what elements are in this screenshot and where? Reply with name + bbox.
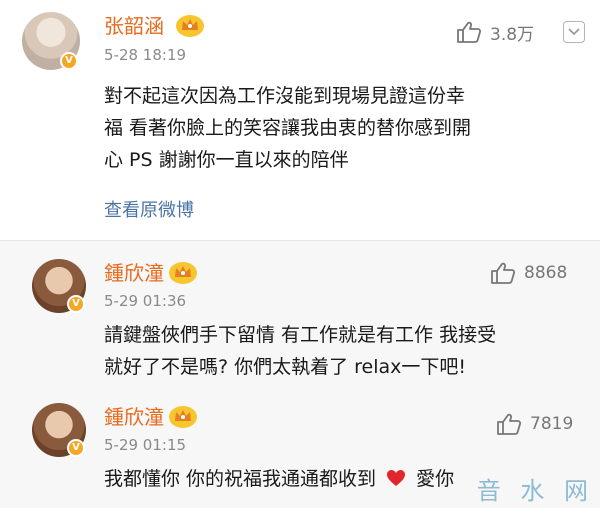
like-button[interactable]: 3.8万 [456, 20, 535, 45]
comment-text: 我都懂你 你的祝福我通通都收到 愛你 [104, 463, 454, 495]
post-author-name[interactable]: 张韶涵 [104, 14, 164, 38]
comment-author-name[interactable]: 鍾欣潼 [104, 261, 164, 285]
like-button[interactable]: 8868 [490, 261, 567, 285]
like-count: 7819 [530, 414, 574, 434]
crown-icon [169, 262, 197, 284]
post-text-line: 心 PS 謝謝你一直以來的陪伴 [104, 149, 349, 171]
heart-emoji-icon [387, 470, 406, 486]
post-time: 5-28 18:19 [104, 46, 187, 64]
chevron-down-icon [568, 28, 580, 36]
original-post: V 张韶涵 5-28 18:19 3.8万 對不起這次因為工作沒能到現場見證這份… [0, 0, 600, 240]
thumbs-up-icon [497, 413, 522, 435]
crown-icon [169, 406, 197, 428]
verified-badge-icon: V [67, 439, 85, 457]
like-count: 3.8万 [490, 24, 535, 45]
comment-time: 5-29 01:15 [104, 436, 187, 454]
verified-badge-icon: V [60, 52, 78, 70]
like-button[interactable]: 7819 [496, 412, 573, 436]
comment-text: 請鍵盤俠們手下留情 有工作就是有工作 我接受 就好了不是嗎? 你們太執着了 re… [104, 319, 496, 383]
comment-text-line: 就好了不是嗎? 你們太執着了 relax一下吧! [104, 356, 467, 378]
comment-text-part: 愛你 [416, 468, 455, 490]
comment-text-part: 我都懂你 你的祝福我通通都收到 [104, 468, 377, 490]
comment-author-name[interactable]: 鍾欣潼 [104, 405, 164, 429]
post-text: 對不起這次因為工作沒能到現場見證這份幸 福 看著你臉上的笑容讓我由衷的替你感到開… [104, 80, 471, 176]
more-options-button[interactable] [563, 21, 585, 43]
like-count: 8868 [524, 263, 568, 283]
thumbs-up-icon [457, 21, 482, 43]
post-text-line: 福 看著你臉上的笑容讓我由衷的替你感到開 [104, 117, 472, 139]
verified-badge-icon: V [67, 295, 85, 313]
comment-list: V 鍾欣潼 5-29 01:36 8868 請鍵盤俠們手下留情 有工作就是有工作… [0, 241, 600, 508]
comment-text-line: 請鍵盤俠們手下留情 有工作就是有工作 我接受 [104, 324, 497, 346]
view-original-weibo-link[interactable]: 查看原微博 [104, 200, 194, 222]
crown-icon [176, 15, 204, 37]
thumbs-up-icon [491, 262, 516, 284]
post-text-line: 對不起這次因為工作沒能到現場見證這份幸 [104, 85, 466, 107]
watermark: 音 水 网 [476, 477, 594, 505]
comment-time: 5-29 01:36 [104, 292, 187, 310]
